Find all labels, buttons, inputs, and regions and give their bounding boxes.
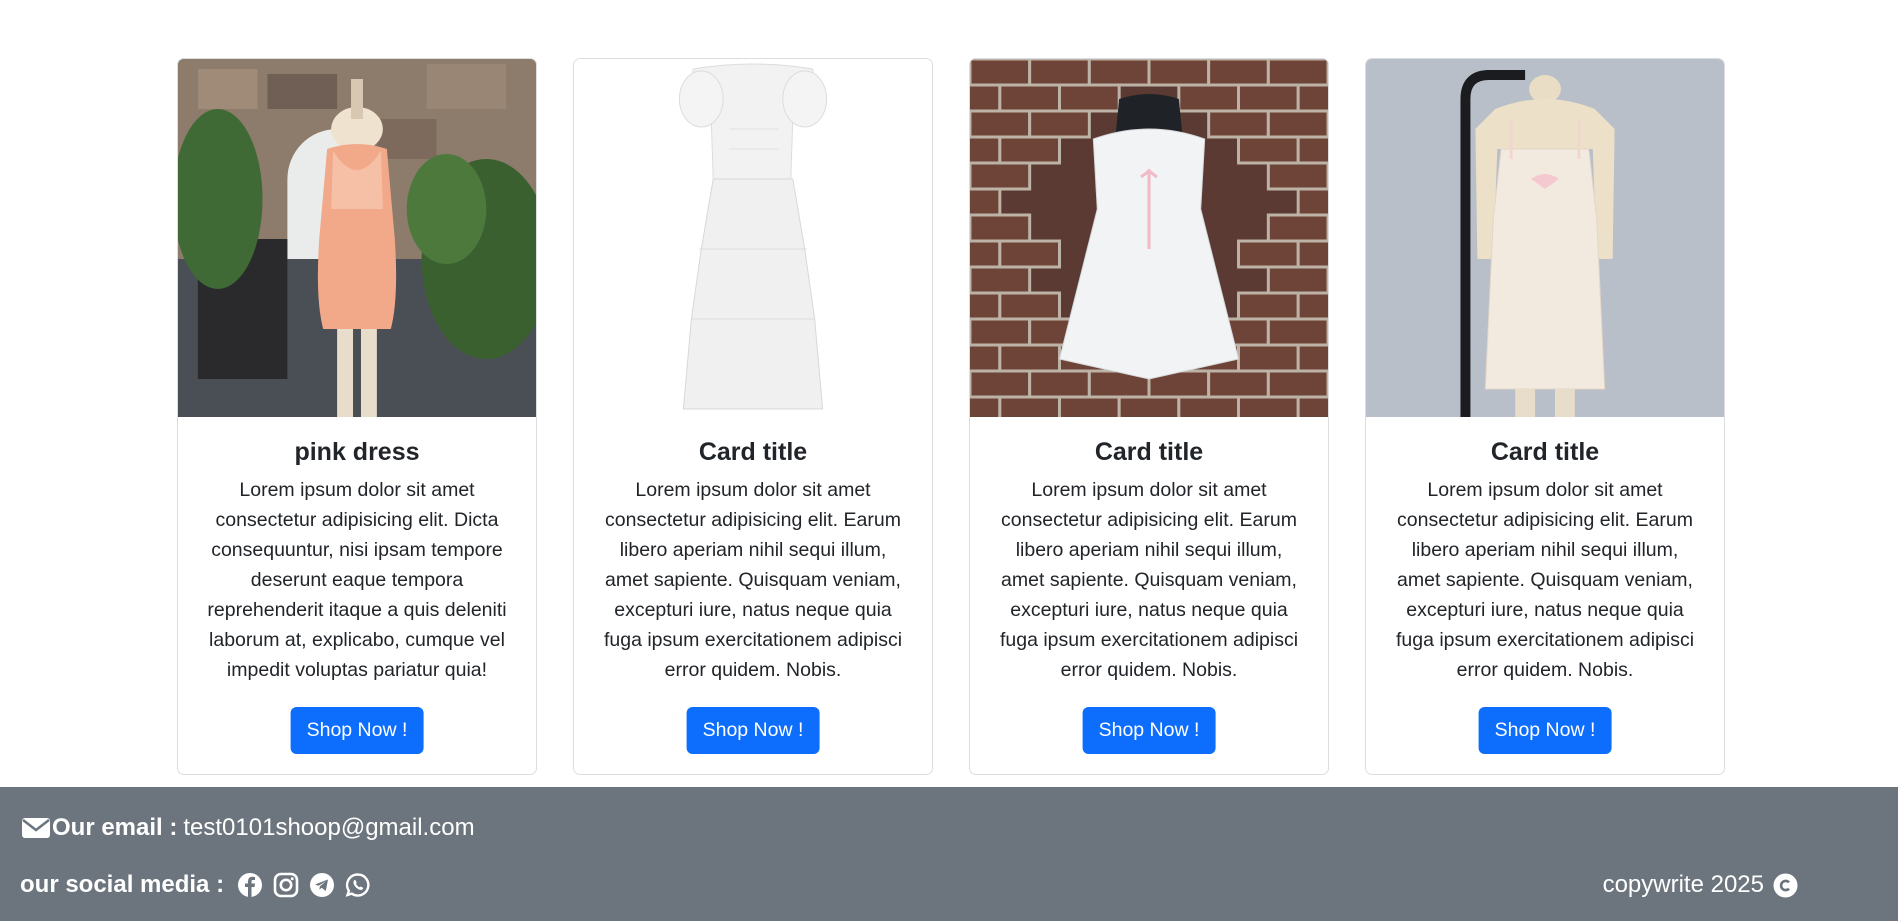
- product-image: [970, 59, 1328, 417]
- product-image: [178, 59, 536, 417]
- product-card: Card title Lorem ipsum dolor sit amet co…: [1365, 58, 1725, 775]
- card-text: Lorem ipsum dolor sit amet consectetur a…: [1395, 479, 1695, 681]
- instagram-icon[interactable]: [273, 872, 299, 898]
- card-title: pink dress: [294, 438, 420, 466]
- card-title: Card title: [1094, 438, 1204, 466]
- card-title: Card title: [698, 438, 808, 466]
- whatsapp-icon[interactable]: [345, 872, 371, 898]
- shop-now-button[interactable]: Shop Now !: [1478, 707, 1612, 754]
- copyright-text: copywrite 2025: [1602, 871, 1764, 898]
- card-text: Lorem ipsum dolor sit amet consectetur a…: [999, 479, 1299, 681]
- social-row: our social media :: [20, 869, 376, 901]
- facebook-icon[interactable]: [237, 872, 263, 898]
- social-label: our social media :: [20, 871, 225, 898]
- product-card: pink dress Lorem ipsum dolor sit amet co…: [177, 58, 537, 775]
- product-card: Card title Lorem ipsum dolor sit amet co…: [969, 58, 1329, 775]
- product-cards: pink dress Lorem ipsum dolor sit amet co…: [177, 58, 1726, 775]
- product-card: Card title Lorem ipsum dolor sit amet co…: [573, 58, 933, 775]
- shop-now-button[interactable]: Shop Now !: [686, 707, 820, 754]
- card-text: Lorem ipsum dolor sit amet consectetur a…: [603, 479, 903, 681]
- email-label: Our email :: [52, 814, 178, 841]
- product-image: [574, 59, 932, 417]
- shop-now-button[interactable]: Shop Now !: [1082, 707, 1216, 754]
- telegram-icon[interactable]: [309, 872, 335, 898]
- copyright-icon: [1773, 873, 1798, 898]
- product-image: [1366, 59, 1724, 417]
- card-title: Card title: [1490, 438, 1600, 466]
- email-row: Our email : test0101shoop@gmail.com: [22, 812, 475, 844]
- email-value[interactable]: test0101shoop@gmail.com: [183, 814, 474, 842]
- envelope-icon: [22, 817, 50, 839]
- shop-now-button[interactable]: Shop Now !: [290, 707, 424, 754]
- footer: Our email : test0101shoop@gmail.com our …: [0, 787, 1898, 921]
- copyright: copywrite 2025: [1603, 869, 1798, 901]
- card-text: Lorem ipsum dolor sit amet consectetur a…: [207, 479, 507, 681]
